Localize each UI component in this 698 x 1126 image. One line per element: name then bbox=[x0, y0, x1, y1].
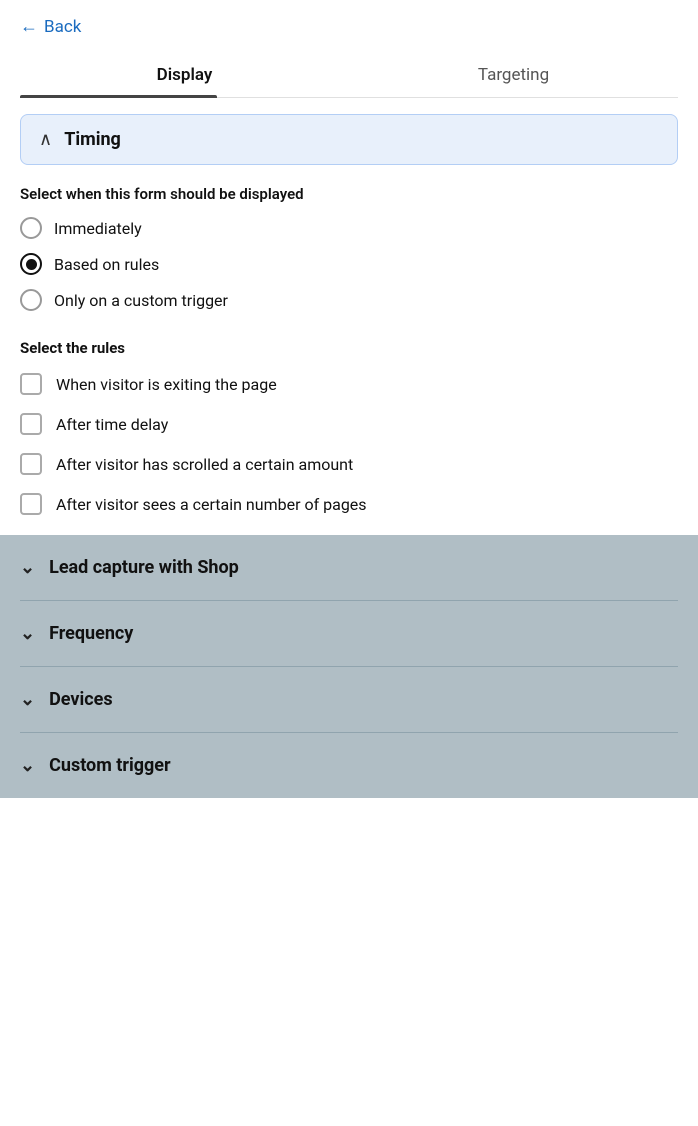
back-button[interactable]: ← Back bbox=[20, 16, 81, 37]
checkbox-pages[interactable] bbox=[20, 493, 42, 515]
header: ← Back Display Targeting bbox=[0, 0, 698, 98]
checkbox-scrolled-label: After visitor has scrolled a certain amo… bbox=[56, 455, 353, 474]
back-arrow-icon: ← bbox=[20, 16, 38, 37]
collapsed-sections-container: ⌄ Lead capture with Shop ⌄ Frequency ⌄ D… bbox=[0, 535, 698, 798]
radio-custom-trigger[interactable] bbox=[20, 289, 42, 311]
checkbox-time-delay[interactable] bbox=[20, 413, 42, 435]
radio-custom-trigger-label: Only on a custom trigger bbox=[54, 291, 228, 310]
timing-section-header[interactable]: ∧ Timing bbox=[20, 114, 678, 165]
collapsed-section-custom-trigger[interactable]: ⌄ Custom trigger bbox=[20, 733, 678, 798]
radio-item-custom-trigger[interactable]: Only on a custom trigger bbox=[20, 289, 678, 311]
select-when-label: Select when this form should be displaye… bbox=[20, 185, 678, 203]
rules-checkbox-group: When visitor is exiting the page After t… bbox=[20, 373, 678, 515]
lead-capture-title: Lead capture with Shop bbox=[49, 557, 239, 578]
tabs-bar: Display Targeting bbox=[20, 51, 678, 98]
radio-immediately-label: Immediately bbox=[54, 219, 142, 238]
chevron-down-icon: ⌄ bbox=[20, 755, 35, 776]
checkbox-item-scrolled[interactable]: After visitor has scrolled a certain amo… bbox=[20, 453, 678, 475]
radio-based-on-rules-label: Based on rules bbox=[54, 255, 159, 274]
collapsed-section-lead-capture[interactable]: ⌄ Lead capture with Shop bbox=[20, 535, 678, 601]
radio-immediately[interactable] bbox=[20, 217, 42, 239]
select-rules-label: Select the rules bbox=[20, 339, 678, 357]
checkbox-item-exit-page[interactable]: When visitor is exiting the page bbox=[20, 373, 678, 395]
radio-item-immediately[interactable]: Immediately bbox=[20, 217, 678, 239]
tab-display[interactable]: Display bbox=[20, 51, 349, 97]
checkbox-pages-label: After visitor sees a certain number of p… bbox=[56, 495, 367, 514]
frequency-title: Frequency bbox=[49, 623, 133, 644]
devices-title: Devices bbox=[49, 689, 113, 710]
chevron-down-icon: ⌄ bbox=[20, 623, 35, 644]
checkbox-exit-page[interactable] bbox=[20, 373, 42, 395]
back-label: Back bbox=[44, 17, 81, 37]
checkbox-time-delay-label: After time delay bbox=[56, 415, 168, 434]
tab-targeting[interactable]: Targeting bbox=[349, 51, 678, 97]
chevron-up-icon: ∧ bbox=[39, 129, 52, 150]
checkbox-exit-page-label: When visitor is exiting the page bbox=[56, 375, 277, 394]
chevron-down-icon: ⌄ bbox=[20, 689, 35, 710]
checkbox-item-pages[interactable]: After visitor sees a certain number of p… bbox=[20, 493, 678, 515]
radio-item-based-on-rules[interactable]: Based on rules bbox=[20, 253, 678, 275]
custom-trigger-title: Custom trigger bbox=[49, 755, 171, 776]
chevron-down-icon: ⌄ bbox=[20, 557, 35, 578]
checkbox-item-time-delay[interactable]: After time delay bbox=[20, 413, 678, 435]
content-area: ∧ Timing Select when this form should be… bbox=[0, 98, 698, 798]
checkbox-scrolled[interactable] bbox=[20, 453, 42, 475]
timing-section: ∧ Timing Select when this form should be… bbox=[0, 98, 698, 535]
radio-based-on-rules[interactable] bbox=[20, 253, 42, 275]
display-timing-radio-group: Immediately Based on rules Only on a cus… bbox=[20, 217, 678, 311]
timing-title: Timing bbox=[64, 129, 121, 150]
collapsed-section-frequency[interactable]: ⌄ Frequency bbox=[20, 601, 678, 667]
collapsed-section-devices[interactable]: ⌄ Devices bbox=[20, 667, 678, 733]
